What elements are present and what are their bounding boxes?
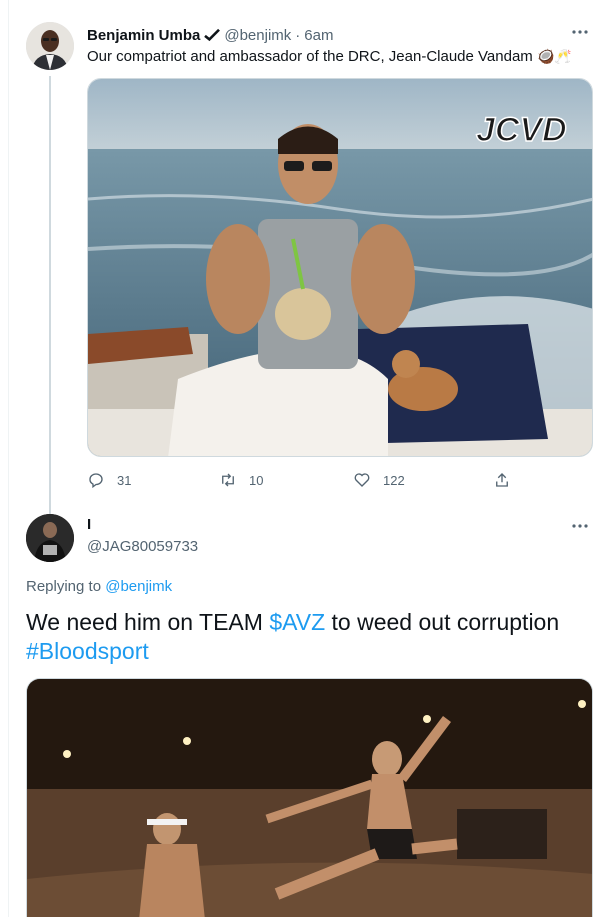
- replying-to-link[interactable]: @benjimk: [105, 578, 172, 595]
- reply-author-name[interactable]: I: [87, 516, 91, 533]
- hashtag-link[interactable]: #Bloodsport: [26, 638, 149, 664]
- more-dots-icon[interactable]: [568, 22, 592, 42]
- replying-to-line: Replying to @benjimk: [26, 578, 172, 595]
- avatar-benjamin-umba[interactable]: [26, 22, 74, 70]
- reply-tweet-text: We need him on TEAM $AVZ to weed out cor…: [26, 608, 594, 666]
- photo-watermark: JCVD: [476, 111, 567, 149]
- like-action[interactable]: 122: [353, 470, 405, 490]
- replying-to-prefix: Replying to: [26, 578, 102, 595]
- tweet-photo-bloodsport-kick[interactable]: [26, 678, 593, 917]
- cashtag-link[interactable]: $AVZ: [269, 609, 325, 635]
- share-action[interactable]: [493, 470, 511, 490]
- reply-action[interactable]: 31: [87, 470, 131, 490]
- tweet-actions: 31 10 122: [87, 470, 557, 490]
- parent-tweet[interactable]: Benjamin Umba @benjimk · 6am Our compatr…: [26, 22, 596, 528]
- timeline-left-border: [8, 0, 9, 917]
- tweet-timestamp[interactable]: 6am: [304, 27, 333, 44]
- reply-text-part1: We need him on TEAM: [26, 609, 270, 635]
- heart-icon: [354, 473, 370, 487]
- author-name[interactable]: Benjamin Umba: [87, 27, 200, 44]
- separator-dot: ·: [295, 26, 301, 44]
- tweet-text: Our compatriot and ambassador of the DRC…: [87, 48, 572, 65]
- avatar-jag80059733[interactable]: [26, 514, 74, 562]
- like-count: 122: [383, 472, 405, 488]
- tweet-emoji: 🥥🥂: [536, 48, 572, 64]
- reply-text-part2: to weed out corruption: [325, 609, 560, 635]
- retweet-action[interactable]: 10: [219, 470, 263, 490]
- tweet-header: Benjamin Umba @benjimk · 6am: [87, 25, 333, 45]
- reply-bubble-icon: [89, 473, 103, 489]
- retweet-icon: [222, 473, 234, 487]
- thread-connector-line: [49, 76, 51, 528]
- tweet-photo-jcvd-yacht[interactable]: JCVD: [87, 78, 593, 457]
- retweet-count: 10: [249, 472, 264, 488]
- more-dots-icon[interactable]: [568, 516, 592, 536]
- reply-author-handle[interactable]: @JAG80059733: [87, 538, 198, 555]
- share-icon: [496, 473, 508, 487]
- tweet-text-body: Our compatriot and ambassador of the DRC…: [87, 48, 533, 65]
- verified-badge-icon: [204, 28, 221, 42]
- author-handle[interactable]: @benjimk: [224, 27, 291, 44]
- reply-count: 31: [117, 472, 132, 488]
